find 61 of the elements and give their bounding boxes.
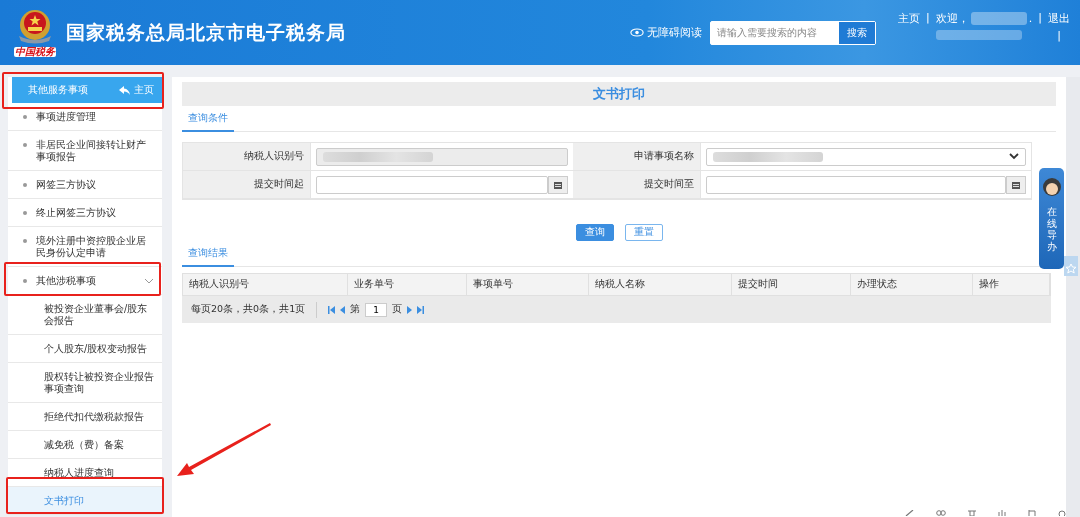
logout-link[interactable]: 退出: [1048, 11, 1070, 26]
field-label: 纳税人识别号: [183, 143, 311, 171]
dropdown[interactable]: [706, 147, 1026, 166]
site-title: 国家税务总局北京市电子税务局: [66, 19, 346, 45]
page-label: 第: [350, 303, 361, 316]
sidebar-subitem[interactable]: 股权转让被投资企业报告事项查询: [8, 363, 162, 403]
separator-text: |: [1057, 29, 1061, 42]
chevron-icon: [144, 278, 154, 284]
speaker-icon[interactable]: [998, 510, 1006, 516]
page-label: 页: [392, 303, 403, 316]
online-guide-button[interactable]: 在线导办: [1039, 168, 1064, 269]
first-page-icon[interactable]: [328, 305, 336, 314]
trash-icon[interactable]: [968, 510, 976, 516]
eye-icon: [630, 28, 645, 37]
column-header: 纳税人识别号: [183, 274, 348, 295]
search-button[interactable]: 搜索: [839, 21, 876, 44]
date-field[interactable]: [316, 175, 548, 194]
separator-text: |: [926, 11, 930, 24]
field-label: 提交时间至: [573, 171, 701, 199]
page-summary: 每页20条，共0条，共1页: [191, 303, 306, 316]
page-number-field[interactable]: 1: [365, 302, 388, 317]
page-title: 文书打印: [593, 85, 645, 103]
sidebar-subitem[interactable]: 被投资企业董事会/股东会报告: [8, 295, 162, 335]
avatar-icon: [1040, 176, 1063, 198]
calendar-icon: [1012, 180, 1020, 189]
sidebar-subitem[interactable]: 拒绝代扣代缴税款报告: [8, 403, 162, 431]
sidebar-item[interactable]: 事项进度管理: [8, 103, 162, 131]
sidebar-subitem[interactable]: 减免税（费）备案: [8, 431, 162, 459]
reply-arrow-icon: [119, 85, 130, 95]
calendar-button[interactable]: [1006, 175, 1026, 194]
chevron-icon: [1009, 153, 1019, 160]
welcome-text: 欢迎，: [935, 11, 969, 26]
calendar-icon: [554, 180, 562, 189]
column-header: 业务单号: [347, 274, 468, 295]
sidebar-title: 其他服务事项: [28, 83, 88, 97]
dot-text: .: [1028, 12, 1033, 25]
sidebar-item[interactable]: 非居民企业间接转让财产事项报告: [8, 131, 162, 171]
last-page-icon[interactable]: [417, 305, 425, 314]
redacted-name: [970, 12, 1027, 25]
reset-button[interactable]: 重置: [624, 224, 663, 241]
sidebar-item[interactable]: 网签三方协议: [8, 171, 162, 199]
column-header: 办理状态: [851, 274, 974, 295]
column-header: 提交时间: [731, 274, 852, 295]
column-header: 事项单号: [467, 274, 590, 295]
accessibility-link[interactable]: 无障碍阅读: [630, 25, 703, 40]
sidebar-item[interactable]: 境外注册中资控股企业居民身份认定申请: [8, 227, 162, 267]
column-header: 纳税人名称: [589, 274, 732, 295]
separator-text: |: [1038, 11, 1042, 24]
field-label: 提交时间起: [183, 171, 311, 199]
logo-caption: 中国税务: [14, 47, 56, 57]
next-page-icon[interactable]: [407, 305, 413, 314]
date-field[interactable]: [706, 175, 1006, 194]
previous-page-icon[interactable]: [340, 305, 346, 314]
sidebar-group[interactable]: 其他涉税事项: [8, 267, 162, 295]
calendar-button[interactable]: [548, 175, 568, 194]
column-header: 操作: [973, 274, 1050, 295]
field-label: 申请事项名称: [573, 143, 701, 171]
sidebar-item[interactable]: 终止网签三方协议: [8, 199, 162, 227]
glasses-icon[interactable]: [936, 510, 946, 516]
search-field[interactable]: 请输入需要搜索的内容 搜索: [710, 20, 877, 45]
sidebar-subitem[interactable]: 个人股东/股权变动报告: [8, 335, 162, 363]
